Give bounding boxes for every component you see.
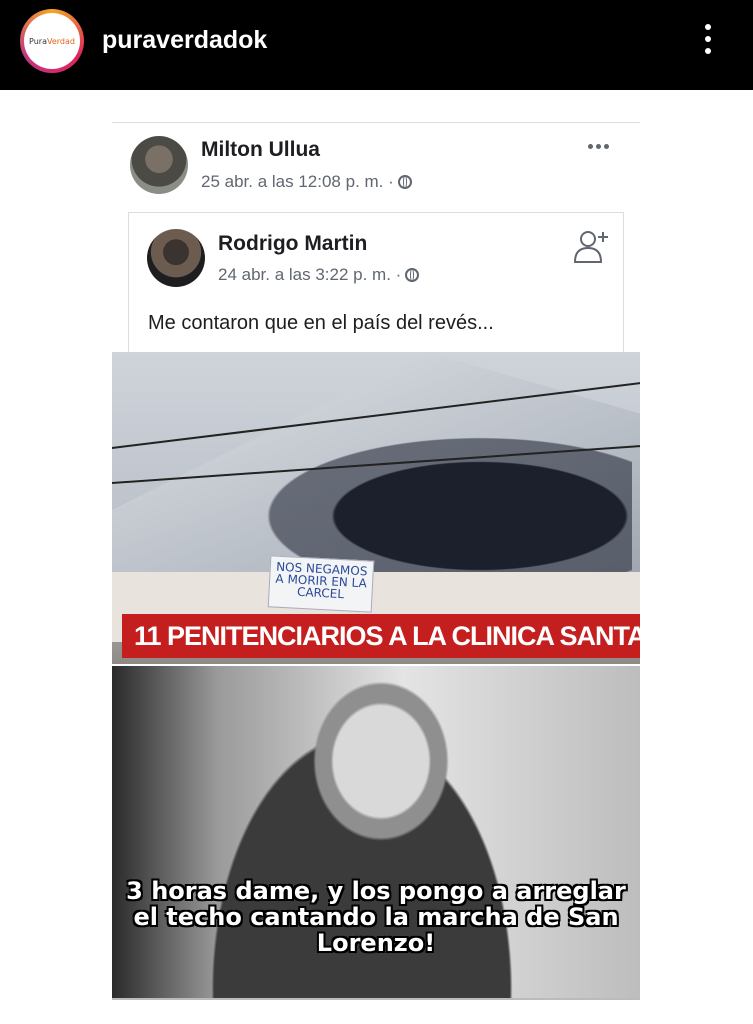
profile-avatar[interactable]: Pura Verdad <box>20 9 84 73</box>
card-bottom-border <box>112 998 640 1000</box>
post-options-icon[interactable] <box>588 136 616 156</box>
shared-post-timestamp: 24 abr. a las 3:22 p. m. · <box>218 265 420 285</box>
add-friend-icon[interactable] <box>572 226 612 266</box>
globe-icon <box>405 268 420 282</box>
prison-rooftop-photo[interactable]: NOS NEGAMOS A MORIR EN LA CARCEL 11 PENI… <box>112 352 640 664</box>
meme-caption: 3 horas dame, y los pongo a arreglar el … <box>126 877 626 957</box>
protest-banner: NOS NEGAMOS A MORIR EN LA CARCEL <box>267 555 375 613</box>
globe-icon <box>397 175 412 189</box>
instagram-header: Pura Verdad puraverdadok <box>0 0 753 90</box>
profile-username[interactable]: puraverdadok <box>102 26 267 55</box>
more-options-icon[interactable] <box>700 24 716 60</box>
author-avatar[interactable] <box>130 136 188 194</box>
shared-author-name[interactable]: Rodrigo Martin <box>218 232 367 256</box>
crowd-on-roof <box>252 432 632 572</box>
general-portrait-photo[interactable]: 3 horas dame, y los pongo a arreglar el … <box>112 666 640 998</box>
divider <box>112 122 640 123</box>
news-caption: 11 PENITENCIARIOS A LA CLINICA SANTA <box>122 614 640 658</box>
shared-post-text: Me contaron que en el país del revés... <box>148 312 494 334</box>
avatar-logo: Pura Verdad <box>24 13 80 69</box>
shared-author-avatar[interactable] <box>147 229 205 287</box>
post-timestamp: 25 abr. a las 12:08 p. m. · <box>201 172 412 192</box>
author-name[interactable]: Milton Ullua <box>201 138 320 162</box>
